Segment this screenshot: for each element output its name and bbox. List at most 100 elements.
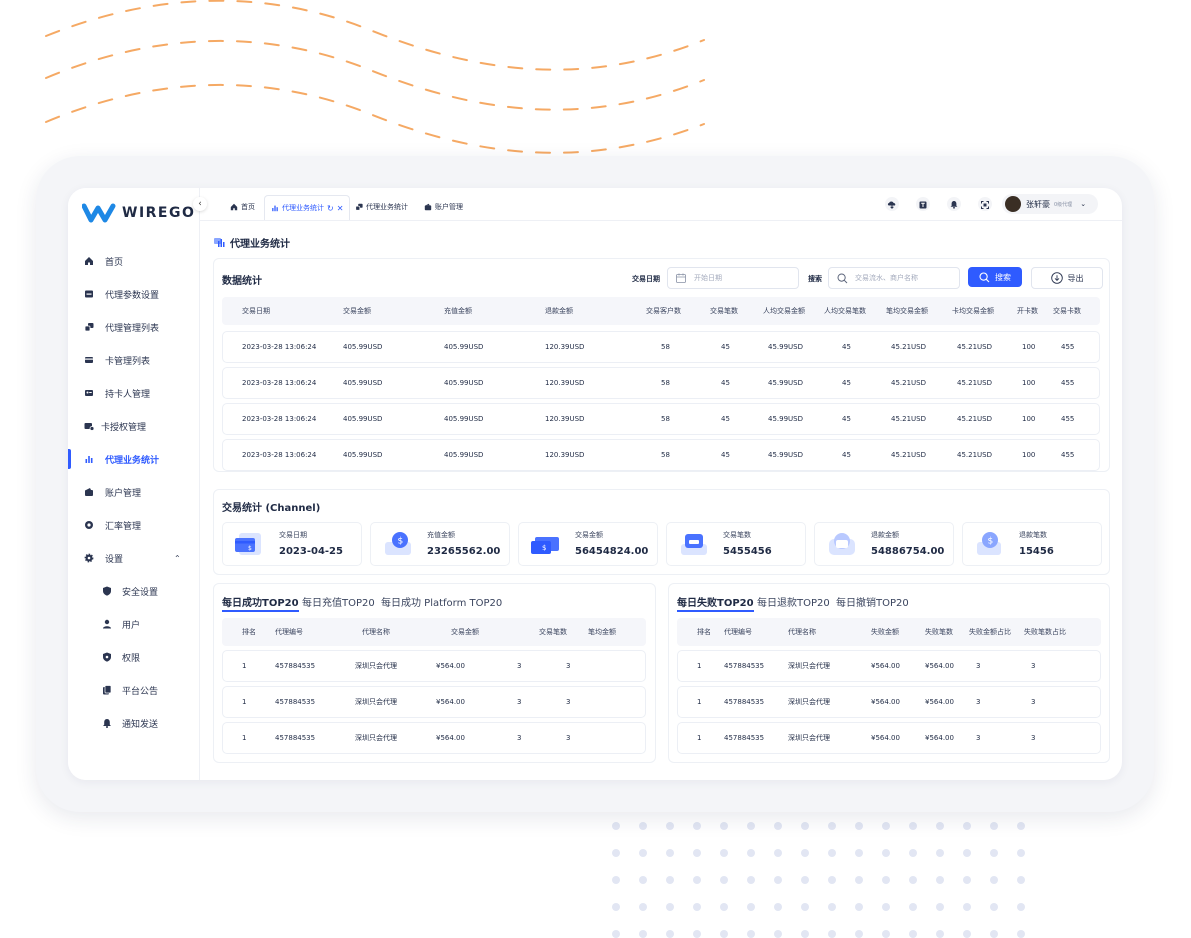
decor-dot (990, 876, 998, 884)
tab-daily-fail-top20[interactable]: 每日失败TOP20 (677, 594, 754, 612)
stat-card-refund-amount: 退款金额 54886754.00 (814, 522, 954, 566)
collapse-sidebar-button[interactable]: ‹ (193, 197, 207, 211)
tab-daily-platform-top20[interactable]: 每日成功 Platform TOP20 (381, 594, 502, 609)
sidebar-subitem-notice[interactable]: 平台公告 (68, 679, 199, 701)
sidebar-item-settings[interactable]: 设置 ⌃ (68, 547, 199, 569)
export-button[interactable]: 导出 (1031, 267, 1103, 289)
column-header: 失败金额占比 (969, 628, 1011, 636)
table-cell: 2023-03-28 13:06:24 (242, 415, 317, 423)
column-header: 交易客户数 (646, 307, 681, 315)
page-title-text: 代理业务统计 (230, 239, 290, 250)
decor-dot (828, 876, 836, 884)
sidebar-item-label: 安全设置 (122, 587, 159, 598)
date-start-input[interactable]: 开始日期 (667, 267, 799, 289)
sidebar-item-label: 用户 (122, 620, 141, 631)
sidebar-subitem-notification[interactable]: 通知发送 (68, 712, 199, 734)
tab-agent-stats[interactable]: 代理业务统计 (355, 195, 408, 219)
table-row[interactable]: 2023-03-28 13:06:24 405.99USD 405.99USD … (222, 403, 1100, 435)
user-menu[interactable]: 张轩豪 0级代理 ⌄ (1002, 194, 1098, 214)
decor-dot (639, 930, 647, 938)
bell-icon[interactable] (947, 197, 961, 211)
sidebar-item-card-auth[interactable]: 卡授权管理 (68, 415, 199, 437)
sidebar-item-agent-stats[interactable]: 代理业务统计 (68, 448, 199, 470)
wallet-icon (424, 203, 432, 211)
date-label: 交易日期 (632, 275, 660, 283)
decor-dot (612, 903, 620, 911)
brand-logo[interactable]: WIREGO (82, 202, 195, 224)
column-header: 交易笔数 (539, 628, 567, 636)
tab-daily-recharge-top20[interactable]: 每日充值TOP20 (302, 594, 375, 609)
sidebar-item-card-list[interactable]: 卡管理列表 (68, 349, 199, 371)
decor-dot (693, 903, 701, 911)
search-input[interactable]: 交易流水、商户名称 (828, 267, 960, 289)
refund-wallet-icon (829, 533, 855, 555)
money-card-icon: $ (531, 537, 559, 554)
sidebar-subitem-security[interactable]: 安全设置 (68, 580, 199, 602)
tab-account[interactable]: 账户管理 (424, 195, 463, 219)
table-row[interactable]: 2023-03-28 13:06:24 405.99USD 405.99USD … (222, 331, 1100, 363)
search-button-label: 搜索 (995, 272, 1011, 282)
tab-daily-refund-top20[interactable]: 每日退款TOP20 (757, 594, 830, 609)
decor-dot (882, 930, 890, 938)
data-stats-title: 数据统计 (222, 276, 262, 287)
decor-dot (1017, 849, 1025, 857)
sidebar-item-agent-params[interactable]: 代理参数设置 (68, 283, 199, 305)
channel-stats-title: 交易统计 (Channel) (222, 503, 321, 514)
sidebar-item-account[interactable]: 账户管理 (68, 481, 199, 503)
decor-dot (828, 822, 836, 830)
sidebar-item-home[interactable]: 首页 (68, 250, 199, 272)
column-header: 卡均交易金额 (952, 307, 994, 315)
search-button[interactable]: 搜索 (968, 267, 1022, 287)
table-row[interactable]: 1 457884535 深圳只会代理 ¥564.00 ¥564.00 3 3 (677, 650, 1101, 682)
bell-icon (103, 719, 111, 728)
table-row[interactable]: 1 457884535 深圳只会代理 ¥564.00 3 3 (222, 686, 646, 718)
table-cell: 深圳只会代理 (355, 662, 397, 670)
table-row[interactable]: 1 457884535 深圳只会代理 ¥564.00 ¥564.00 3 3 (677, 686, 1101, 718)
tab-agent-stats-active[interactable]: 代理业务统计 ↻ ✕ (264, 195, 351, 220)
refresh-icon[interactable]: ↻ (327, 204, 334, 213)
decor-dot (936, 822, 944, 830)
table-row[interactable]: 2023-03-28 13:06:24 405.99USD 405.99USD … (222, 439, 1100, 471)
column-header: 笔均交易金额 (886, 307, 928, 315)
column-header: 失败金额 (871, 628, 899, 636)
table-cell: 45 (721, 415, 730, 423)
fullscreen-icon[interactable] (978, 197, 992, 211)
decor-dot (936, 849, 944, 857)
stat-value: 5455456 (723, 546, 772, 557)
table-row[interactable]: 2023-03-28 13:06:24 405.99USD 405.99USD … (222, 367, 1100, 399)
table-cell: 100 (1022, 379, 1036, 387)
sidebar-subitem-user[interactable]: 用户 (68, 613, 199, 635)
table-row[interactable]: 1 457884535 深圳只会代理 ¥564.00 3 3 (222, 722, 646, 754)
calendar-icon (676, 273, 686, 283)
svg-text:$: $ (988, 537, 994, 547)
text-format-icon[interactable] (916, 197, 930, 211)
svg-text:$: $ (398, 537, 404, 547)
table-cell: 58 (661, 451, 670, 459)
decor-dot (666, 849, 674, 857)
download-icon[interactable] (885, 197, 899, 211)
table-row[interactable]: 1 457884535 深圳只会代理 ¥564.00 ¥564.00 3 3 (677, 722, 1101, 754)
tab-home[interactable]: 首页 (230, 195, 255, 219)
column-header: 交易金额 (343, 307, 371, 315)
tab-daily-cancel-top20[interactable]: 每日撤销TOP20 (836, 594, 909, 609)
table-cell: 120.39USD (545, 379, 585, 387)
sidebar-item-agent-list[interactable]: 代理管理列表 (68, 316, 199, 338)
close-icon[interactable]: ✕ (337, 204, 344, 213)
table-cell: 3 (976, 662, 981, 670)
table-cell: 3 (517, 662, 522, 670)
table-cell: 457884535 (724, 662, 765, 670)
tab-daily-success-top20[interactable]: 每日成功TOP20 (222, 594, 299, 612)
page-title: 代理业务统计 (214, 235, 290, 250)
decor-dot (909, 849, 917, 857)
sidebar-item-label: 代理管理列表 (105, 323, 160, 334)
sidebar-item-cardholder[interactable]: 持卡人管理 (68, 382, 199, 404)
shield-icon (103, 586, 111, 596)
decor-dot (612, 876, 620, 884)
table-row[interactable]: 1 457884535 深圳只会代理 ¥564.00 3 3 (222, 650, 646, 682)
sidebar-item-exchange[interactable]: 汇率管理 (68, 514, 199, 536)
decor-dot (1017, 822, 1025, 830)
sidebar-item-label: 卡授权管理 (101, 422, 147, 433)
decor-dot (639, 876, 647, 884)
sidebar-subitem-permission[interactable]: 权限 (68, 646, 199, 668)
decor-dot (639, 822, 647, 830)
